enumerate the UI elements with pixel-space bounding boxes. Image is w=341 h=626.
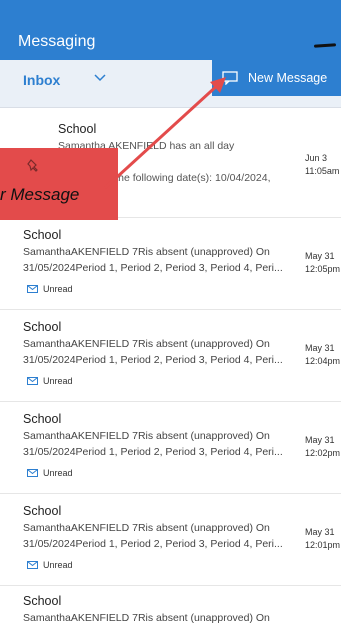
time-line: 12:05pm xyxy=(305,264,341,274)
date-line: May 31 xyxy=(305,527,335,537)
envelope-icon xyxy=(27,377,38,385)
message-item[interactable]: School SamanthaAKENFIELD 7Ris absent (un… xyxy=(0,586,341,626)
unread-badge: Unread xyxy=(27,284,73,294)
message-sender: School xyxy=(23,320,62,334)
message-sender: School xyxy=(23,504,62,518)
unread-label: Unread xyxy=(43,560,73,570)
message-date: May 31 12:04pm xyxy=(305,342,341,368)
pen-mark xyxy=(313,43,337,48)
message-sender: School xyxy=(23,228,62,242)
message-preview: SamanthaAKENFIELD 7Ris absent (unapprove… xyxy=(23,428,293,460)
preview-line: 31/05/2024Period 1, Period 2, Period 3, … xyxy=(23,262,283,274)
time-line: 12:02pm xyxy=(305,448,341,458)
unread-badge: Unread xyxy=(27,560,73,570)
toolbar: Inbox New Message xyxy=(0,60,341,108)
unread-label: Unread xyxy=(43,284,73,294)
message-preview: SamanthaAKENFIELD 7Ris absent (unapprove… xyxy=(23,244,293,276)
time-line: 12:04pm xyxy=(305,356,341,366)
unread-badge: Unread xyxy=(27,376,73,386)
envelope-icon xyxy=(27,469,38,477)
page-title: Messaging xyxy=(18,33,96,50)
message-item[interactable]: School SamanthaAKENFIELD 7Ris absent (un… xyxy=(0,494,341,586)
preview-line: SamanthaAKENFIELD 7Ris absent (unapprove… xyxy=(23,522,270,534)
date-line: May 31 xyxy=(305,435,335,445)
message-sender: School xyxy=(23,412,62,426)
annotation-text: r Message xyxy=(0,185,80,204)
preview-line: 31/05/2024Period 1, Period 2, Period 3, … xyxy=(23,538,283,550)
folder-selector-label[interactable]: Inbox xyxy=(23,72,60,88)
new-message-label: New Message xyxy=(248,71,328,85)
date-line: Jun 3 xyxy=(305,153,328,163)
unread-badge: Unread xyxy=(27,468,73,478)
preview-line: SamanthaAKENFIELD 7Ris absent (unapprove… xyxy=(23,612,270,624)
new-message-button[interactable]: New Message xyxy=(212,60,341,96)
time-line: 12:01pm xyxy=(305,540,341,550)
annotation-overlay: r Message xyxy=(0,148,118,220)
message-preview: SamanthaAKENFIELD 7Ris absent (unapprove… xyxy=(23,520,293,552)
preview-line: SamanthaAKENFIELD 7Ris absent (unapprove… xyxy=(23,430,270,442)
time-line: 11:05am xyxy=(305,166,340,176)
message-item[interactable]: School SamanthaAKENFIELD 7Ris absent (un… xyxy=(0,402,341,494)
message-sender: School xyxy=(23,594,62,608)
chevron-down-icon[interactable] xyxy=(93,71,107,85)
message-sender: School xyxy=(58,122,97,136)
message-date: May 31 12:05pm xyxy=(305,250,341,276)
preview-line: SamanthaAKENFIELD 7Ris absent (unapprove… xyxy=(23,338,270,350)
message-date: May 31 12:01pm xyxy=(305,526,341,552)
date-line: May 31 xyxy=(305,251,335,261)
compose-icon xyxy=(222,71,238,85)
message-date: May 31 12:02pm xyxy=(305,434,341,460)
preview-line: SamanthaAKENFIELD 7Ris absent (unapprove… xyxy=(23,246,270,258)
envelope-icon xyxy=(27,285,38,293)
message-item[interactable]: School SamanthaAKENFIELD 7Ris absent (un… xyxy=(0,310,341,402)
envelope-icon xyxy=(27,561,38,569)
preview-line: 31/05/2024Period 1, Period 2, Period 3, … xyxy=(23,354,283,366)
message-date: Jun 3 11:05am xyxy=(305,152,341,178)
pin-icon xyxy=(27,159,38,172)
message-preview: SamanthaAKENFIELD 7Ris absent (unapprove… xyxy=(23,610,293,626)
unread-label: Unread xyxy=(43,468,73,478)
message-item[interactable]: School SamanthaAKENFIELD 7Ris absent (un… xyxy=(0,218,341,310)
preview-line: 31/05/2024Period 1, Period 2, Period 3, … xyxy=(23,446,283,458)
app-header: Messaging xyxy=(0,0,341,60)
message-preview: SamanthaAKENFIELD 7Ris absent (unapprove… xyxy=(23,336,293,368)
unread-label: Unread xyxy=(43,376,73,386)
date-line: May 31 xyxy=(305,343,335,353)
